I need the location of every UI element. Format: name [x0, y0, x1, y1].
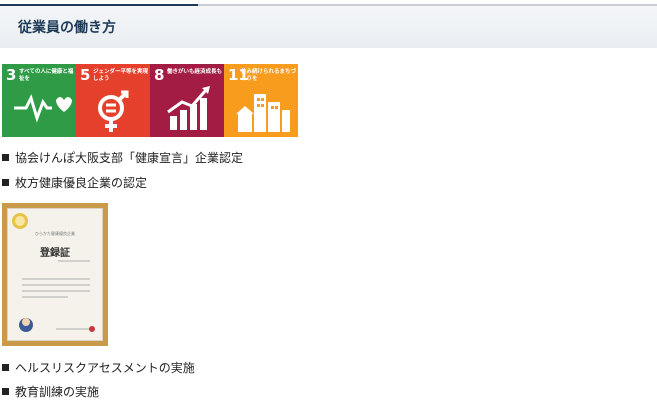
gender-equality-icon [98, 90, 129, 132]
city-buildings-icon [236, 94, 290, 132]
list-item: ヘルスリスクアセスメントの実施 [2, 359, 195, 376]
certificate-paper: ひらかた健康優良企業 登録証 [7, 208, 103, 341]
sdgs-icons: 3 すべての人に健康と福祉を 5 ジェンダー平等を実現しよう 8 働きがいも経済… [2, 64, 298, 137]
list-item-text: 教育訓練の実施 [15, 385, 100, 399]
certificate-image: ひらかた健康優良企業 登録証 [2, 203, 108, 346]
list-item: 教育訓練の実施 [2, 383, 99, 400]
list-item-text: ヘルスリスクアセスメントの実施 [15, 361, 195, 375]
list-item: 協会けんぽ大阪支部「健康宣言」企業認定 [2, 149, 243, 166]
bullet-square-icon [2, 364, 9, 371]
list-item-text: 枚方健康優良企業の認定 [15, 176, 148, 190]
certificate-drawing [12, 213, 95, 332]
sdg-tile-3: 3 すべての人に健康と福祉を [2, 64, 76, 137]
certificate-heading: 登録証 [40, 248, 70, 259]
sdg-tile-8: 8 働きがいも経済成長も [150, 64, 224, 137]
list-item: 枚方健康優良企業の認定 [2, 174, 147, 191]
heartbeat-icon [14, 93, 72, 123]
section-header: 従業員の働き方 [0, 4, 657, 48]
list-item-text: 協会けんぽ大阪支部「健康宣言」企業認定 [15, 151, 244, 165]
bullet-square-icon [2, 179, 9, 186]
bullet-square-icon [2, 154, 9, 161]
growth-chart-icon [167, 86, 210, 130]
sdg-tile-5: 5 ジェンダー平等を実現しよう [76, 64, 150, 137]
sdg-tile-11: 11 住み続けられるまちづくりを [224, 64, 298, 137]
certificate-subheading: ひらかた健康優良企業 [35, 231, 75, 236]
page-title: 従業員の働き方 [18, 20, 116, 36]
bullet-square-icon [2, 388, 9, 395]
